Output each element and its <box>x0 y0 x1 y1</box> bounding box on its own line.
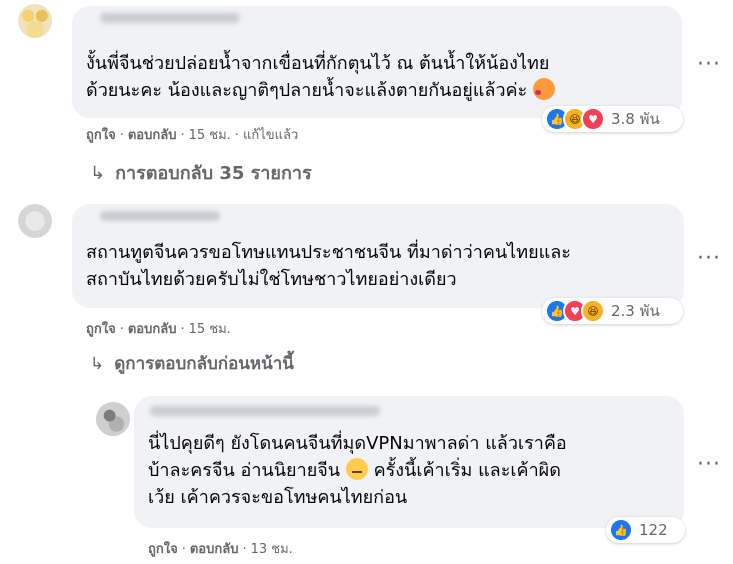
reply-arrow-icon: ↳ <box>90 354 105 374</box>
avatar[interactable] <box>18 204 52 238</box>
view-replies-link[interactable]: ↳ การตอบกลับ 35 รายการ <box>90 158 312 187</box>
like-button[interactable]: ถูกใจ <box>86 128 116 143</box>
more-horizontal-icon[interactable]: ··· <box>697 452 721 477</box>
timestamp[interactable]: 13 ชม. <box>251 542 293 557</box>
commenter-name-blurred[interactable] <box>100 211 220 221</box>
reaction-summary[interactable]: 👍 ♥ 😆 2.3 พัน <box>542 298 683 324</box>
reaction-count: 3.8 พัน <box>611 110 660 128</box>
commenter-name-blurred[interactable] <box>150 406 380 416</box>
like-button[interactable]: ถูกใจ <box>148 542 178 557</box>
like-button[interactable]: ถูกใจ <box>86 322 116 337</box>
avatar[interactable] <box>18 4 52 38</box>
more-horizontal-icon[interactable]: ··· <box>697 246 721 271</box>
reaction-count: 122 <box>639 521 668 539</box>
reply-button[interactable]: ตอบกลับ <box>190 542 239 557</box>
comment-actions: ถูกใจ · ตอบกลับ · 13 ชม. <box>148 542 293 557</box>
neutral-face-icon <box>345 458 368 480</box>
reaction-summary[interactable]: 👍 😆 ♥ 3.8 พัน <box>542 106 683 132</box>
commenter-name-blurred[interactable] <box>100 13 240 23</box>
haha-reaction-icon: 😆 <box>581 299 605 323</box>
reply-arrow-icon: ↳ <box>90 163 106 184</box>
like-reaction-icon: 👍 <box>609 518 633 542</box>
timestamp[interactable]: 15 ชม. <box>189 322 231 337</box>
edited-label: แก้ไขแล้ว <box>242 128 299 143</box>
love-reaction-icon: ♥ <box>581 107 605 131</box>
comment-actions: ถูกใจ · ตอบกลับ · 15 ชม. · แก้ไขแล้ว <box>86 128 299 143</box>
view-previous-replies-link[interactable]: ↳ ดูการตอบกลับก่อนหน้านี้ <box>90 350 294 377</box>
comment-text: งั้นพี่จีนช่วยปล่อยน้ำจากเขื่อนที่กักตุน… <box>86 50 555 104</box>
comment-text: นี่ไปคุยดีๆ ยังโดนคนจีนที่มุดVPNมาพาลด่า… <box>148 433 567 508</box>
reply-button[interactable]: ตอบกลับ <box>128 128 177 143</box>
reply-button[interactable]: ตอบกลับ <box>128 322 177 337</box>
avatar[interactable] <box>96 402 130 436</box>
comment-actions: ถูกใจ · ตอบกลับ · 15 ชม. <box>86 322 231 337</box>
timestamp[interactable]: 15 ชม. <box>189 128 231 143</box>
reaction-summary[interactable]: 👍 122 <box>606 517 685 543</box>
comment-text: สถานทูตจีนควรขอโทษแทนประชาชนจีน ที่มาด่า… <box>86 242 571 290</box>
more-horizontal-icon[interactable]: ··· <box>697 52 721 77</box>
smiling-face-with-hearts-icon <box>533 78 555 100</box>
reaction-count: 2.3 พัน <box>611 302 660 320</box>
